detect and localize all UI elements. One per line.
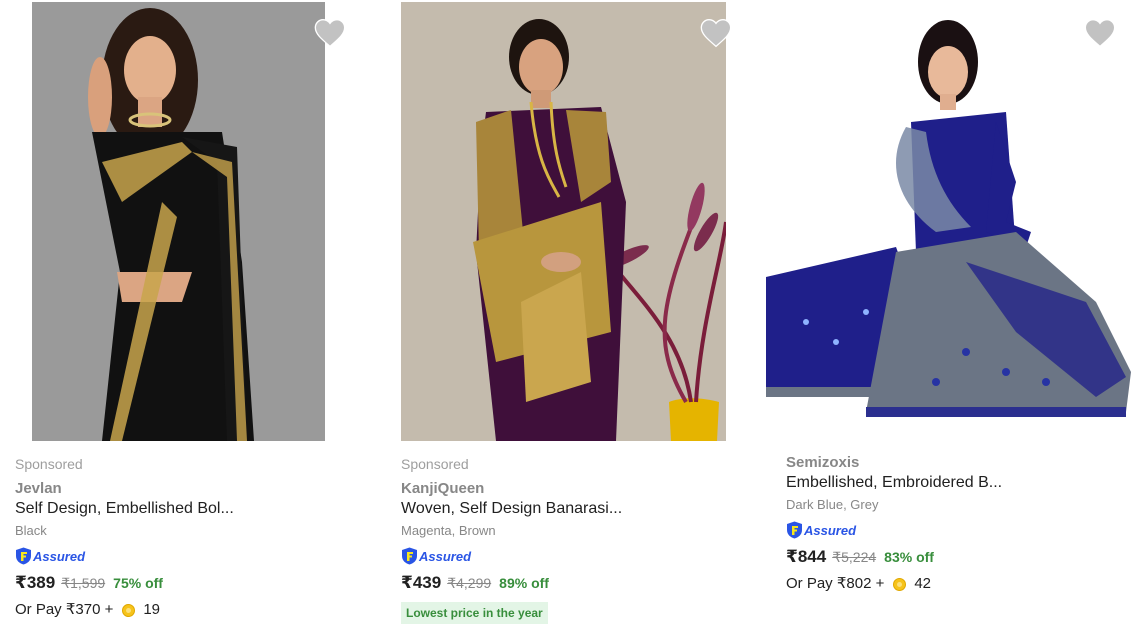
product-brand: KanjiQueen	[401, 480, 485, 497]
discount-label: 83% off	[884, 549, 934, 565]
product-info: Sponsored Jevlan Self Design, Embellishe…	[15, 455, 234, 621]
product-title[interactable]: Woven, Self Design Banarasi...	[401, 498, 622, 519]
lowest-price-badge: Lowest price in the year	[401, 602, 548, 624]
original-price: ₹1,599	[61, 575, 106, 591]
assured-badge: Assured	[786, 519, 1002, 541]
product-brand: Jevlan	[15, 480, 62, 497]
product-brand: Semizoxis	[786, 454, 860, 471]
or-pay-row: Or Pay ₹802 + 42	[786, 573, 1002, 595]
original-price: ₹5,224	[832, 549, 877, 565]
product-info: Semizoxis Embellished, Embroidered B... …	[786, 454, 1002, 595]
sponsored-label: Sponsored	[15, 456, 83, 472]
wishlist-heart-icon[interactable]	[314, 18, 346, 48]
product-image[interactable]	[401, 2, 726, 441]
wishlist-heart-icon[interactable]	[1084, 18, 1116, 48]
product-image[interactable]	[766, 2, 1131, 441]
original-price: ₹4,299	[447, 575, 492, 591]
selling-price: ₹389	[15, 573, 56, 592]
product-image[interactable]	[32, 2, 325, 441]
assured-shield-icon	[402, 547, 417, 565]
or-pay-text: Or Pay ₹802 +	[786, 575, 885, 592]
sponsored-label: Sponsored	[401, 456, 469, 472]
product-card[interactable]: Sponsored Jevlan Self Design, Embellishe…	[0, 0, 385, 618]
assured-label: Assured	[804, 522, 857, 538]
product-color: Black	[15, 523, 47, 538]
selling-price: ₹439	[401, 573, 442, 592]
assured-badge: Assured	[401, 545, 622, 567]
product-title[interactable]: Self Design, Embellished Bol...	[15, 498, 234, 519]
wishlist-heart-icon[interactable]	[700, 18, 732, 48]
product-title[interactable]: Embellished, Embroidered B...	[786, 472, 1002, 493]
product-card[interactable]: Semizoxis Embellished, Embroidered B... …	[766, 0, 1141, 618]
price-row: ₹439 ₹4,299 89% off	[401, 570, 622, 596]
assured-badge: Assured	[15, 545, 234, 567]
selling-price: ₹844	[786, 547, 827, 566]
product-color: Magenta, Brown	[401, 523, 496, 538]
assured-label: Assured	[33, 548, 86, 564]
assured-label: Assured	[419, 548, 472, 564]
supercoin-icon	[893, 577, 907, 591]
supercoin-icon	[122, 603, 136, 617]
assured-shield-icon	[16, 547, 31, 565]
coin-count: 42	[914, 575, 932, 592]
product-info: Sponsored KanjiQueen Woven, Self Design …	[401, 455, 622, 624]
assured-shield-icon	[787, 521, 802, 539]
product-card[interactable]: Sponsored KanjiQueen Woven, Self Design …	[386, 0, 771, 624]
price-row: ₹844 ₹5,224 83% off	[786, 544, 1002, 570]
price-row: ₹389 ₹1,599 75% off	[15, 570, 234, 596]
discount-label: 89% off	[499, 575, 549, 591]
discount-label: 75% off	[113, 575, 163, 591]
product-color: Dark Blue, Grey	[786, 497, 879, 512]
